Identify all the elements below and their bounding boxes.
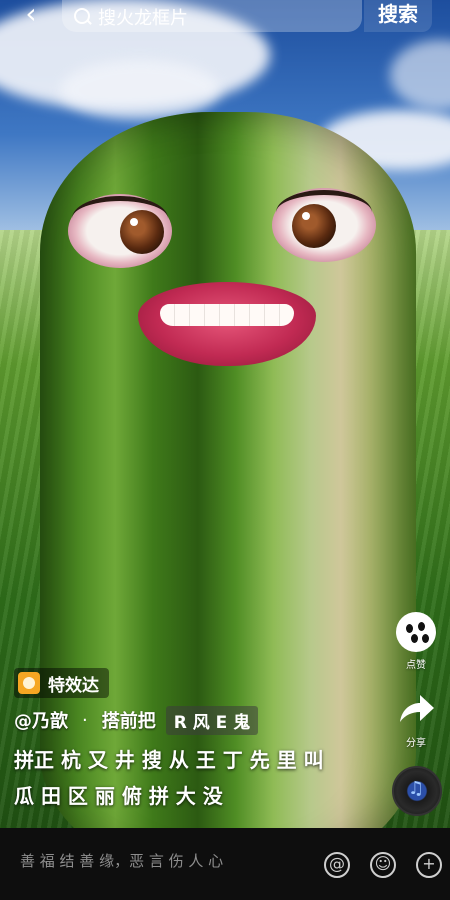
author-name[interactable]: @乃歆 xyxy=(14,707,68,733)
caption-line-1: 拼正 杭 又 井 搜 从 王 丁 先 里 叫 xyxy=(14,748,324,772)
right-eye xyxy=(272,188,376,262)
left-eye xyxy=(68,194,172,268)
caption-line-2: 瓜 田 区 丽 俯 拼 大 没 xyxy=(14,784,223,808)
search-input[interactable]: 搜火龙框片 xyxy=(62,0,362,32)
at-icon[interactable]: @ xyxy=(324,852,350,878)
comment-input[interactable]: 善 福 结 善 缘，恶 言 伤 人 心 xyxy=(20,850,223,871)
emoji-icon[interactable]: ☺ xyxy=(370,852,396,878)
like-label: 点赞 xyxy=(406,660,426,671)
back-button[interactable]: ‹ xyxy=(14,0,48,30)
share-label: 分享 xyxy=(406,738,426,749)
separator: · xyxy=(82,709,88,731)
like-icon xyxy=(396,612,436,652)
effect-tag-icon xyxy=(18,672,40,694)
effect-tag[interactable]: 特效达 xyxy=(14,668,109,698)
mouth xyxy=(138,282,316,366)
search-placeholder: 搜火龙框片 xyxy=(98,8,188,29)
author-chip[interactable]: R 风 E 鬼 xyxy=(165,705,259,735)
comment-bar: 善 福 结 善 缘，恶 言 伤 人 心 @ ☺ + xyxy=(0,828,450,900)
author-line: @乃歆 · 搭前把 R 风 E 鬼 xyxy=(14,705,259,735)
post-time: 搭前把 xyxy=(101,711,156,732)
chevron-left-icon: ‹ xyxy=(25,0,37,30)
share-icon xyxy=(400,695,434,722)
search-icon xyxy=(74,8,90,24)
teeth xyxy=(160,304,294,326)
top-search-bar: ‹ 搜火龙框片 搜索 xyxy=(0,0,450,40)
music-disc-icon[interactable] xyxy=(392,766,442,816)
like-button[interactable]: 点赞 xyxy=(394,612,438,671)
search-button[interactable]: 搜索 xyxy=(364,0,432,32)
cloud xyxy=(60,60,220,120)
share-button[interactable]: 分享 xyxy=(394,692,438,749)
plus-icon[interactable]: + xyxy=(416,852,442,878)
effect-tag-label: 特效达 xyxy=(48,675,99,696)
